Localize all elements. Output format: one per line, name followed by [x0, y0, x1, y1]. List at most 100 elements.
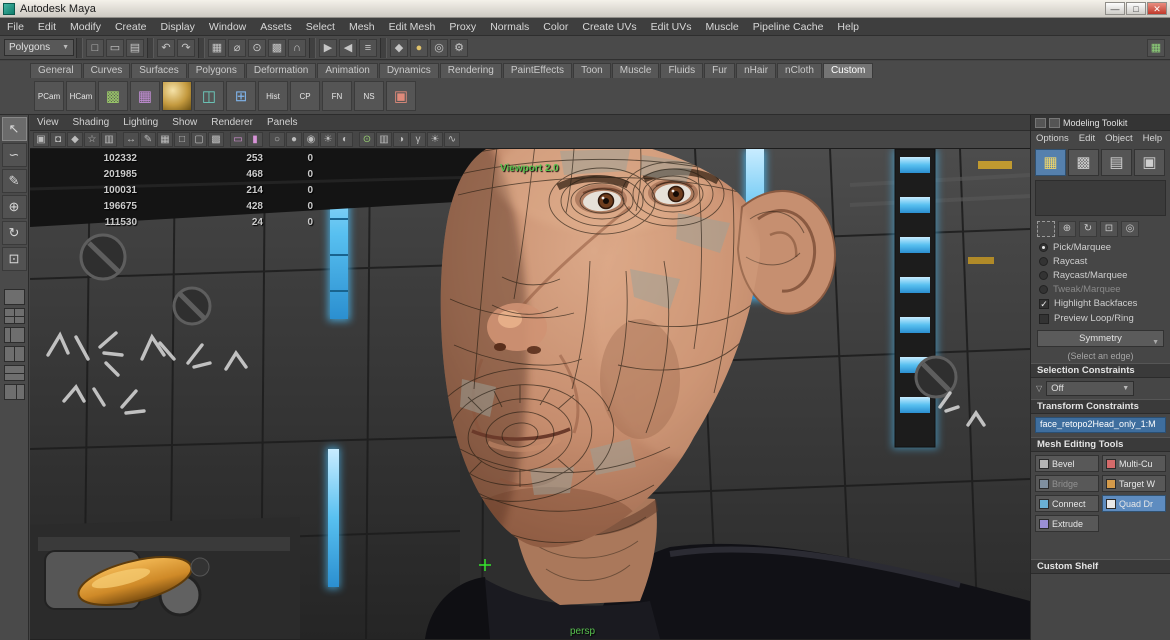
wireframe-display-icon[interactable]: ○ [269, 132, 285, 147]
panel-menu-renderer[interactable]: Renderer [204, 117, 260, 128]
shelf-script-icon[interactable]: ▩ [98, 81, 128, 111]
outliner-persp-layout-button[interactable] [4, 327, 25, 343]
shadows-icon[interactable]: ◐ [337, 132, 353, 147]
menu-color[interactable]: Color [536, 21, 575, 33]
menu-normals[interactable]: Normals [483, 21, 536, 33]
extrude-button[interactable]: Extrude [1035, 515, 1099, 532]
face-mode-icon[interactable]: ▣ [1134, 149, 1165, 176]
shelf-tab-painteffects[interactable]: PaintEffects [503, 63, 572, 78]
shelf-tab-nhair[interactable]: nHair [736, 63, 776, 78]
move-mode-icon[interactable]: ⊕ [1058, 221, 1076, 237]
section-selection-constraints[interactable]: Selection Constraints [1031, 363, 1170, 378]
symmetry-button[interactable]: Symmetry ▼ [1037, 330, 1164, 347]
select-camera-icon[interactable]: ▣ [33, 132, 49, 147]
four-pane-layout-button[interactable] [4, 308, 25, 324]
multi-cut-button[interactable]: Multi-Cu [1102, 455, 1166, 472]
checkbox-highlight-backfaces[interactable]: ✓ Highlight Backfaces [1031, 296, 1170, 311]
gate-mask-icon[interactable]: ▩ [208, 132, 224, 147]
connect-button[interactable]: Connect [1035, 495, 1099, 512]
redo-icon[interactable]: ↷ [177, 39, 195, 57]
gamma-icon[interactable]: γ [410, 132, 426, 147]
section-mesh-editing-tools[interactable]: Mesh Editing Tools [1031, 437, 1170, 452]
render-settings-icon[interactable]: ⚙ [450, 39, 468, 57]
shelf-tab-toon[interactable]: Toon [573, 63, 611, 78]
shelf-button-cp[interactable]: CP [290, 81, 320, 111]
shelf-script-icon[interactable]: ◫ [194, 81, 224, 111]
panel-menu-show[interactable]: Show [165, 117, 204, 128]
scale-mode-icon[interactable]: ⊡ [1100, 221, 1118, 237]
shelf-script-icon[interactable]: ⊞ [226, 81, 256, 111]
output-connections-icon[interactable]: ◀ [339, 39, 357, 57]
make-live-icon[interactable]: ∩ [288, 39, 306, 57]
menu-modify[interactable]: Modify [63, 21, 108, 33]
menu-file[interactable]: File [0, 21, 31, 33]
shelf-tab-polygons[interactable]: Polygons [188, 63, 245, 78]
2d-pan-zoom-icon[interactable]: ↔ [123, 132, 139, 147]
shelf-script-icon[interactable]: ▣ [386, 81, 416, 111]
shelf-material-sphere-icon[interactable] [162, 81, 192, 111]
bridge-button[interactable]: Bridge [1035, 475, 1099, 492]
section-transform-constraints[interactable]: Transform Constraints [1031, 399, 1170, 414]
status-group-divider[interactable] [198, 38, 205, 58]
edge-mode-icon[interactable]: ▤ [1101, 149, 1132, 176]
section-custom-shelf[interactable]: Custom Shelf [1031, 559, 1170, 574]
ipr-render-icon[interactable]: ◎ [430, 39, 448, 57]
toolkit-menu-options[interactable]: Options [1031, 133, 1074, 144]
use-lights-icon[interactable]: ☀ [320, 132, 336, 147]
maximize-button[interactable]: □ [1126, 2, 1146, 15]
single-pane-layout-button[interactable] [4, 289, 25, 305]
menu-edit-uvs[interactable]: Edit UVs [644, 21, 699, 33]
save-scene-icon[interactable]: ▤ [126, 39, 144, 57]
menu-proxy[interactable]: Proxy [442, 21, 483, 33]
rotate-tool[interactable]: ↻ [2, 221, 27, 245]
radio-tweak-marquee[interactable]: Tweak/Marquee [1031, 282, 1170, 296]
menu-mesh[interactable]: Mesh [342, 21, 382, 33]
shelf-tab-ncloth[interactable]: nCloth [777, 63, 822, 78]
motion-blur-icon[interactable]: ∿ [444, 132, 460, 147]
snap-to-curve-icon[interactable]: ⌀ [228, 39, 246, 57]
menu-edit-mesh[interactable]: Edit Mesh [382, 21, 443, 33]
render-current-frame-icon[interactable]: ● [410, 39, 428, 57]
shelf-tab-fur[interactable]: Fur [704, 63, 735, 78]
menu-set-selector[interactable]: Polygons▼ [4, 39, 74, 56]
render-view-icon[interactable]: ◆ [390, 39, 408, 57]
two-pane-side-layout-button[interactable] [4, 346, 25, 362]
snap-to-plane-icon[interactable]: ▩ [268, 39, 286, 57]
select-tool[interactable]: ↖ [2, 117, 27, 141]
marquee-select-icon[interactable] [1037, 221, 1055, 237]
menu-create-uvs[interactable]: Create UVs [575, 21, 643, 33]
shelf-button-pcam[interactable]: PCam [34, 81, 64, 111]
menu-window[interactable]: Window [202, 21, 253, 33]
vertex-mode-icon[interactable]: ▩ [1068, 149, 1099, 176]
lock-camera-icon[interactable]: ◘ [50, 132, 66, 147]
ao-icon[interactable]: ☀ [427, 132, 443, 147]
status-group-divider[interactable] [76, 38, 83, 58]
snap-to-grid-icon[interactable]: ▦ [208, 39, 226, 57]
radio-pick-marquee[interactable]: Pick/Marquee [1031, 240, 1170, 254]
undo-icon[interactable]: ↶ [157, 39, 175, 57]
xray-icon[interactable]: ▥ [376, 132, 392, 147]
new-scene-icon[interactable]: □ [86, 39, 104, 57]
panel-dock-icon[interactable] [1035, 118, 1046, 128]
two-pane-stacked-layout-button[interactable] [4, 365, 25, 381]
resolution-gate-icon[interactable]: ▢ [191, 132, 207, 147]
panel-menu-icon[interactable] [1049, 118, 1060, 128]
construction-history-icon[interactable]: ≡ [359, 39, 377, 57]
film-gate-icon[interactable]: □ [174, 132, 190, 147]
shelf-tab-surfaces[interactable]: Surfaces [131, 63, 186, 78]
move-tool[interactable]: ⊕ [2, 195, 27, 219]
window-titlebar[interactable]: Autodesk Maya — □ ✕ [0, 0, 1170, 18]
collapse-arrow-icon[interactable]: ▽ [1036, 384, 1042, 393]
exposure-icon[interactable]: ◑ [393, 132, 409, 147]
tool-options-box[interactable] [1035, 180, 1166, 216]
toolkit-titlebar[interactable]: Modeling Toolkit [1031, 115, 1170, 131]
panel-menu-panels[interactable]: Panels [260, 117, 305, 128]
multi-component-mode-icon[interactable]: ▦ [1035, 149, 1066, 176]
shelf-button-hist[interactable]: Hist [258, 81, 288, 111]
snap-to-point-icon[interactable]: ⊙ [248, 39, 266, 57]
status-group-divider[interactable] [380, 38, 387, 58]
safe-title-icon[interactable]: ▮ [247, 132, 263, 147]
radio-raycast-marquee[interactable]: Raycast/Marquee [1031, 268, 1170, 282]
menu-assets[interactable]: Assets [253, 21, 299, 33]
shelf-tab-dynamics[interactable]: Dynamics [379, 63, 439, 78]
